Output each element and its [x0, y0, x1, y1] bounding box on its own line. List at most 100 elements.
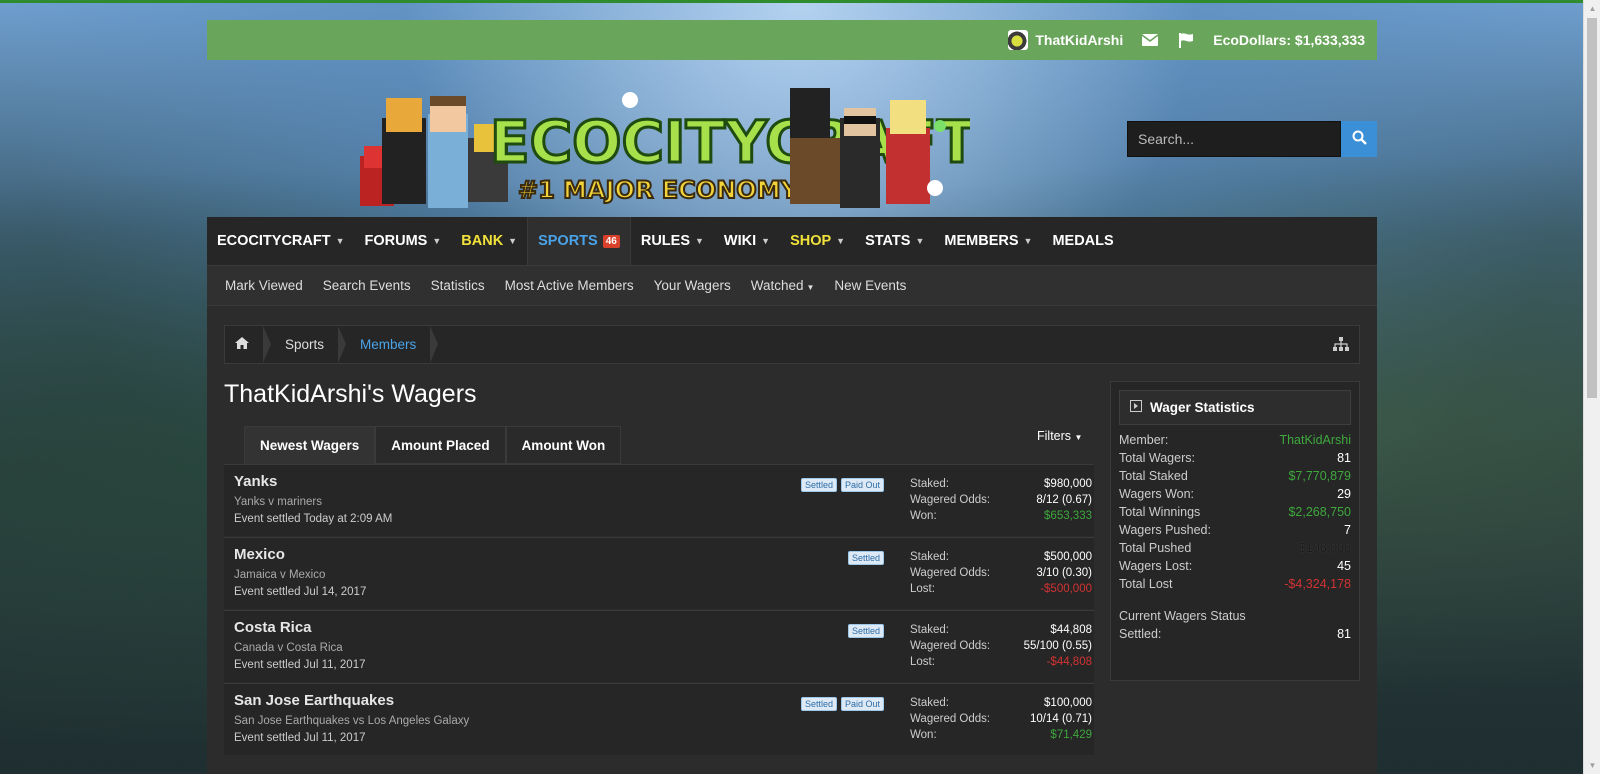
subnav-mark-viewed[interactable]: Mark Viewed [225, 278, 303, 293]
stat-value: 45 [1337, 559, 1351, 573]
nav-tab-wiki[interactable]: WIKI ▼ [714, 217, 780, 265]
wager-title[interactable]: Yanks [234, 473, 277, 490]
nav-tab-medals[interactable]: MEDALS [1042, 217, 1123, 265]
staked-value: $980,000 [1044, 478, 1092, 490]
stat-value: $106,000 [1298, 541, 1351, 555]
user-avatar [1008, 30, 1029, 50]
page-title: ThatKidArshi's Wagers [224, 380, 477, 408]
site-logo[interactable]: ECOCITYCRAFT #1 MAJOR ECONOMY [350, 78, 978, 216]
stat-label: Total Pushed [1119, 541, 1192, 555]
wager-title[interactable]: Mexico [234, 546, 285, 563]
panel-header[interactable]: Wager Statistics [1119, 390, 1351, 425]
wager-stats: Staked: $44,808 Wagered Odds: 55/100 (0.55… [910, 624, 1092, 672]
stat-label: Wagers Lost: [1119, 559, 1193, 573]
breadcrumb: Sports Members [224, 325, 1360, 364]
scroll-up-arrow-icon[interactable]: ▲ [1584, 0, 1600, 17]
wager-description: Canada v Costa Rica [234, 642, 343, 654]
staked-label: Staked: [910, 624, 949, 636]
status-section-title: Current Wagers Status [1119, 609, 1246, 623]
odds-label: Wagered Odds: [910, 494, 991, 506]
subnav-your-wagers[interactable]: Your Wagers [654, 278, 731, 293]
page-scrollbar[interactable]: ▲ ▼ [1583, 0, 1600, 774]
nav-tab-stats[interactable]: STATS ▼ [855, 217, 934, 265]
tab-amount-placed[interactable]: Amount Placed [375, 426, 506, 464]
result-value: -$500,000 [1040, 583, 1092, 595]
chevron-down-icon: ▼ [1074, 433, 1083, 442]
subnav-watched[interactable]: Watched ▼ [751, 278, 815, 293]
user-menu[interactable]: ThatKidArshi [1008, 30, 1123, 50]
nav-tab-sports[interactable]: SPORTS 46 [527, 217, 631, 265]
settled-badge: Settled [800, 697, 837, 711]
paid-out-badge: Paid Out [840, 478, 884, 492]
odds-label: Wagered Odds: [910, 713, 991, 725]
envelope-icon[interactable] [1141, 32, 1159, 48]
logo-subtitle: #1 MAJOR ECONOMY [518, 176, 799, 204]
scroll-down-arrow-icon[interactable]: ▼ [1584, 757, 1600, 774]
wager-description: Yanks v mariners [234, 496, 322, 508]
tab-newest-wagers[interactable]: Newest Wagers [244, 426, 376, 464]
flag-icon[interactable] [1177, 32, 1195, 48]
breadcrumb-home[interactable] [225, 326, 271, 363]
scrollbar-thumb[interactable] [1587, 18, 1597, 398]
nav-tab-ecocitycraft[interactable]: ECOCITYCRAFT ▼ [207, 217, 355, 265]
staked-label: Staked: [910, 551, 949, 563]
sports-count-badge: 46 [602, 234, 620, 248]
wager-item[interactable]: Costa Rica Canada v Costa Rica Event set… [224, 610, 1094, 682]
settled-badge: Settled [847, 551, 884, 565]
nav-tab-members[interactable]: MEMBERS ▼ [934, 217, 1042, 265]
nav-tab-bank[interactable]: BANK ▼ [451, 217, 527, 265]
odds-value: 55/100 (0.55) [1023, 640, 1092, 652]
subnav-search-events[interactable]: Search Events [323, 278, 411, 293]
result-value: -$44,808 [1046, 656, 1092, 668]
stat-label: Total Staked [1119, 469, 1188, 483]
filters-dropdown[interactable]: Filters ▼ [1037, 429, 1082, 443]
wager-description: Jamaica v Mexico [234, 569, 326, 581]
member-link[interactable]: ThatKidArshi [1279, 433, 1351, 451]
wager-tags: Settled [847, 551, 884, 565]
chevron-down-icon: ▼ [1023, 236, 1033, 246]
wager-item[interactable]: San Jose Earthquakes San Jose Earthquake… [224, 683, 1094, 755]
stat-value: $7,770,879 [1288, 469, 1351, 483]
stat-value: 81 [1337, 627, 1351, 641]
stat-value: 29 [1337, 487, 1351, 501]
sitemap-icon[interactable] [1333, 337, 1349, 354]
odds-label: Wagered Odds: [910, 640, 991, 652]
result-label: Lost: [910, 583, 935, 595]
settled-badge: Settled [847, 624, 884, 638]
nav-tab-shop[interactable]: SHOP ▼ [780, 217, 855, 265]
wager-item[interactable]: Yanks Yanks v mariners Event settled Tod… [224, 464, 1094, 536]
ecodollars-balance[interactable]: EcoDollars: $1,633,333 [1213, 32, 1365, 48]
wager-item[interactable]: Mexico Jamaica v Mexico Event settled Ju… [224, 537, 1094, 609]
result-label: Won: [910, 510, 937, 522]
subnav-most-active-members[interactable]: Most Active Members [505, 278, 634, 293]
wager-settled-time: Event settled Jul 11, 2017 [234, 659, 366, 671]
nav-tab-forums[interactable]: FORUMS ▼ [355, 217, 452, 265]
wager-tabs: Newest Wagers Amount Placed Amount Won [244, 426, 622, 464]
subnav-statistics[interactable]: Statistics [431, 278, 485, 293]
username: ThatKidArshi [1035, 32, 1124, 48]
wager-title[interactable]: Costa Rica [234, 619, 312, 636]
browser-top-accent [0, 0, 1600, 3]
chevron-down-icon: ▼ [335, 236, 345, 246]
wager-stats: Staked: $100,000 Wagered Odds: 10/14 (0.71… [910, 697, 1092, 745]
breadcrumb-members[interactable]: Members [338, 326, 439, 363]
result-label: Won: [910, 729, 937, 741]
staked-value: $500,000 [1044, 551, 1092, 563]
search-button[interactable] [1341, 121, 1377, 157]
panel-title: Wager Statistics [1150, 400, 1255, 415]
subnav-new-events[interactable]: New Events [834, 278, 906, 293]
wager-tags: Settled [847, 624, 884, 638]
wager-statistics-panel: Wager Statistics Member: ThatKidArshi Tot… [1110, 381, 1360, 681]
breadcrumb-sports[interactable]: Sports [263, 326, 347, 363]
user-bar: ThatKidArshi EcoDollars: $1,633,333 [207, 20, 1377, 60]
staked-label: Staked: [910, 697, 949, 709]
wager-settled-time: Event settled Jul 14, 2017 [234, 586, 367, 598]
nav-tab-rules[interactable]: RULES ▼ [631, 217, 714, 265]
wager-title[interactable]: San Jose Earthquakes [234, 692, 394, 709]
chevron-down-icon: ▼ [508, 236, 518, 246]
staked-value: $100,000 [1044, 697, 1092, 709]
stat-value: 81 [1337, 451, 1351, 465]
search-input[interactable] [1127, 121, 1341, 157]
logo-characters-right [790, 88, 946, 208]
tab-amount-won[interactable]: Amount Won [505, 426, 622, 464]
